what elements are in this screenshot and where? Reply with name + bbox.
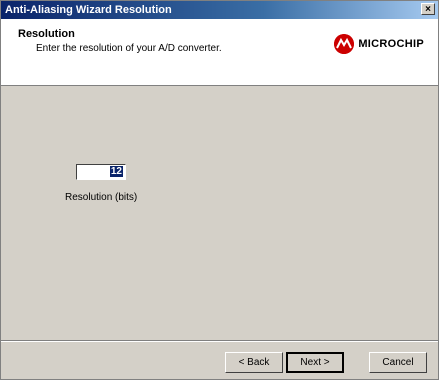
- wizard-window: Anti-Aliasing Wizard Resolution × Resolu…: [0, 0, 439, 380]
- resolution-label: Resolution (bits): [65, 192, 138, 203]
- resolution-value: 12: [109, 166, 123, 177]
- microchip-logo-icon: [334, 34, 355, 54]
- back-button[interactable]: < Back: [225, 352, 283, 373]
- wizard-content: 12 Resolution (bits): [1, 86, 438, 340]
- title-bar[interactable]: Anti-Aliasing Wizard Resolution ×: [1, 1, 438, 19]
- resolution-input[interactable]: 12: [76, 164, 126, 180]
- page-subtitle: Enter the resolution of your A/D convert…: [36, 43, 222, 54]
- page-title: Resolution: [18, 28, 75, 40]
- window-title: Anti-Aliasing Wizard Resolution: [5, 4, 172, 16]
- logo-wordmark: MICROCHIP: [358, 38, 424, 50]
- microchip-logo: MICROCHIP: [334, 34, 424, 54]
- cancel-button[interactable]: Cancel: [369, 352, 427, 373]
- close-button[interactable]: ×: [421, 3, 435, 15]
- wizard-header: Resolution Enter the resolution of your …: [1, 19, 438, 86]
- footer-divider: [1, 340, 438, 342]
- next-button[interactable]: Next >: [286, 352, 344, 373]
